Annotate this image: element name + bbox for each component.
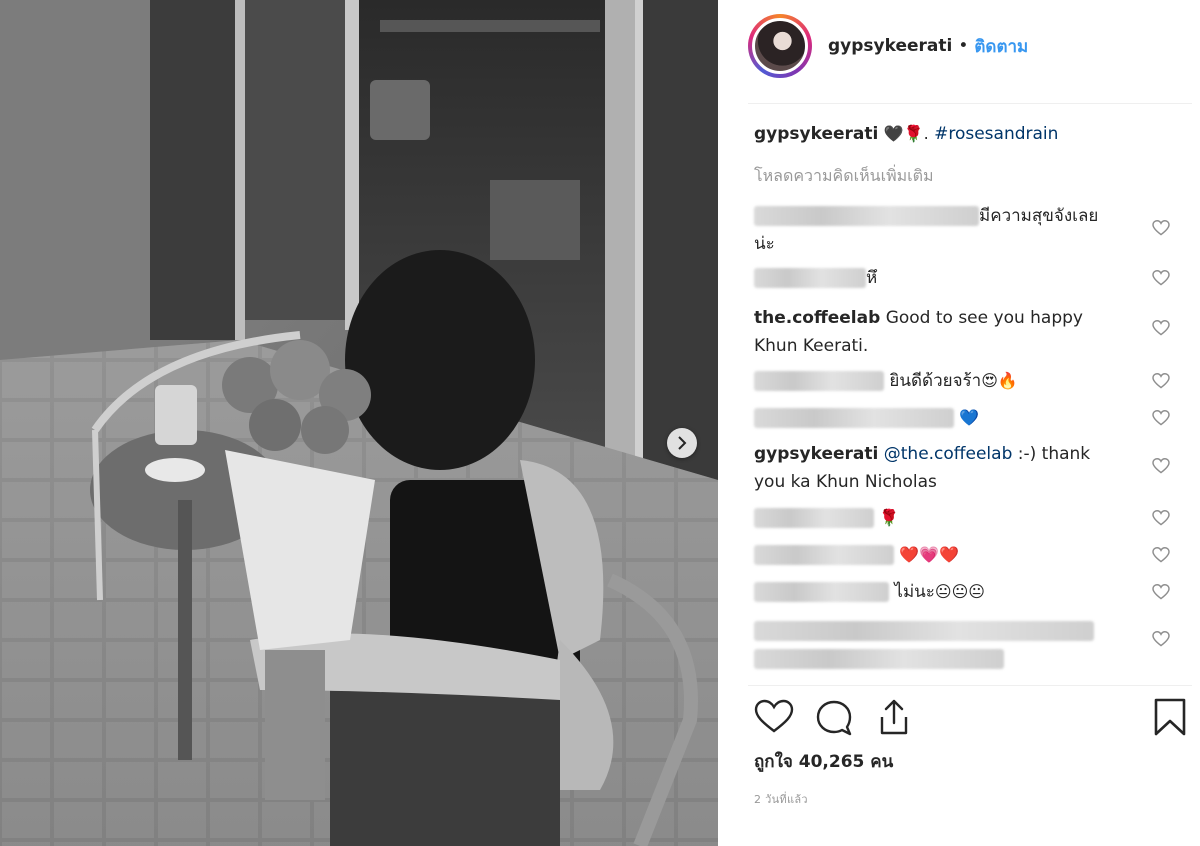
post-timestamp: 2 วันที่แล้ว: [754, 793, 808, 806]
header-divider: [748, 103, 1192, 104]
blurred-username: [754, 582, 889, 602]
speech-bubble-icon[interactable]: [814, 697, 854, 737]
avatar[interactable]: [752, 18, 808, 74]
comment-text: ยินดีด้วยจร้า: [889, 371, 982, 391]
small-heart-icon[interactable]: [1152, 510, 1170, 526]
comment-text: ไม่นะ: [894, 582, 935, 602]
comment-item: gypsykeerati @the.coffeelab :-) thank yo…: [754, 440, 1170, 496]
blurred-username: [754, 371, 884, 391]
small-heart-icon[interactable]: [1152, 458, 1170, 474]
comment-text-line2: น่ะ: [754, 234, 775, 254]
comment-text: Good to see you happy: [885, 308, 1083, 328]
comment-item: the.coffeelab Good to see you happy Khun…: [754, 304, 1170, 360]
post-header: gypsykeerati • ติดตาม: [748, 8, 1028, 84]
comment-mention[interactable]: @the.coffeelab: [884, 444, 1013, 464]
small-heart-icon[interactable]: [1152, 320, 1170, 336]
comment-emoji: 😐😐😐: [934, 582, 985, 601]
blurred-username: [754, 508, 874, 528]
comment-emoji: 💙: [959, 408, 980, 427]
small-heart-icon[interactable]: [1152, 584, 1170, 600]
small-heart-icon[interactable]: [1152, 270, 1170, 286]
blurred-comment: [754, 649, 1004, 669]
comment-username[interactable]: gypsykeerati: [754, 444, 878, 464]
photo-image: [0, 0, 718, 846]
heart-icon[interactable]: [754, 697, 794, 737]
share-icon[interactable]: [874, 697, 914, 737]
comment-emoji: 😍🔥: [981, 371, 1018, 390]
comment-item: ยินดีด้วยจร้า😍🔥: [754, 367, 1170, 395]
header-separator: •: [958, 36, 969, 56]
comment-text-line2: Khun Keerati.: [754, 336, 869, 356]
comment-item: มีความสุขจังเลย น่ะ: [754, 202, 1170, 258]
comment-item: [754, 617, 1170, 673]
chevron-right-icon: [678, 436, 687, 450]
comment-item: หึ: [754, 264, 1170, 292]
comment-emoji: ❤️💗❤️: [899, 545, 960, 564]
comment-text: มีความสุขจังเลย: [979, 206, 1099, 226]
small-heart-icon[interactable]: [1152, 373, 1170, 389]
post-actions: [754, 697, 1192, 741]
small-heart-icon[interactable]: [1152, 220, 1170, 236]
comment-emoji: 🌹: [879, 508, 900, 527]
comment-text: หึ: [866, 268, 878, 288]
caption-username[interactable]: gypsykeerati: [754, 124, 878, 144]
blurred-username: [754, 545, 894, 565]
actions-divider: [748, 685, 1192, 686]
caption-emojis: 🖤🌹.: [883, 124, 929, 143]
next-photo-button[interactable]: [667, 428, 697, 458]
likes-count[interactable]: ถูกใจ 40,265 คน: [754, 748, 893, 775]
comment-text-line2: you ka Khun Nicholas: [754, 472, 937, 492]
comment-username[interactable]: the.coffeelab: [754, 308, 880, 328]
comment-item: 💙: [754, 404, 1170, 432]
comment-item: ❤️💗❤️: [754, 541, 1170, 569]
avatar-story-ring[interactable]: [748, 14, 812, 78]
post-photo[interactable]: [0, 0, 718, 846]
small-heart-icon[interactable]: [1152, 410, 1170, 426]
blurred-username: [754, 268, 866, 288]
bookmark-icon[interactable]: [1150, 697, 1190, 737]
caption: gypsykeerati 🖤🌹. #rosesandrain: [754, 120, 1170, 148]
post-side-panel: gypsykeerati • ติดตาม gypsykeerati 🖤🌹. #…: [718, 0, 1200, 846]
blurred-username: [754, 408, 954, 428]
small-heart-icon[interactable]: [1152, 547, 1170, 563]
caption-hashtag[interactable]: #rosesandrain: [934, 124, 1058, 144]
blurred-comment: [754, 621, 1094, 641]
load-more-comments[interactable]: โหลดความคิดเห็นเพิ่มเติม: [754, 162, 1170, 190]
small-heart-icon[interactable]: [1152, 631, 1170, 647]
comment-text: :-) thank: [1017, 444, 1091, 464]
comment-item: ไม่นะ😐😐😐: [754, 578, 1170, 606]
follow-button[interactable]: ติดตาม: [974, 33, 1028, 60]
load-more-label[interactable]: โหลดความคิดเห็นเพิ่มเติม: [754, 166, 934, 185]
header-username[interactable]: gypsykeerati: [828, 36, 952, 56]
blurred-username: [754, 206, 979, 226]
comment-item: 🌹: [754, 504, 1170, 532]
